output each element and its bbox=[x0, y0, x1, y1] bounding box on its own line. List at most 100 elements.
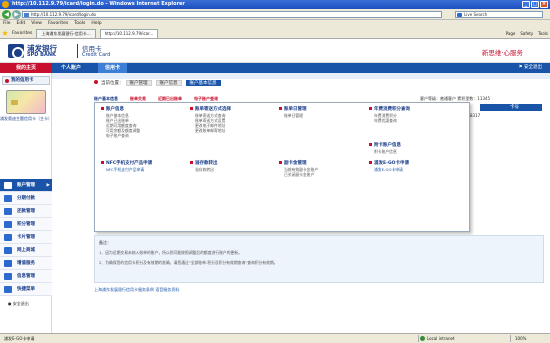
intranet-icon bbox=[420, 336, 425, 341]
sidebar: 我的信用卡 浦发奥迪主题信用卡（主卡） 账户管理 ▶ 分期付款 还款管理 积分管理… bbox=[0, 73, 52, 333]
account-menu-panel: 账户信息 账户基本信息 账户已出账单 近期可用额度查询 可用余额及额度调整 电子… bbox=[94, 102, 470, 232]
url-input[interactable]: http://10.112.9.79/icard/login.do bbox=[22, 11, 442, 18]
main-nav: 我的主页 个人账户 信用卡 ⚑ 安全退出 bbox=[0, 63, 550, 73]
location-icon bbox=[94, 80, 98, 84]
status-text: 浦发E-GO卡申请 bbox=[4, 336, 35, 341]
status-bar: 浦发E-GO卡申请 Local intranet 100% bbox=[0, 333, 550, 343]
menu-help[interactable]: Help bbox=[91, 20, 101, 28]
menu-col-annual-fee: 年费消费积分查询 年费消费积分 年费优惠查询 bbox=[369, 107, 459, 123]
sidebar-item-card[interactable]: 卡片管理 bbox=[0, 231, 52, 244]
header-divider bbox=[77, 44, 78, 58]
sidebar-item-account[interactable]: 账户管理 ▶ bbox=[0, 179, 52, 192]
nav-credit-card[interactable]: 信用卡 bbox=[98, 63, 128, 73]
notes-box: 备注： 1、因为近期交易未纳入账单的账户，所以则可能按照调整后的额度进行账户的更… bbox=[94, 235, 544, 283]
cmd-page[interactable]: Page bbox=[506, 29, 516, 38]
bank-name-en: SPD BANK bbox=[27, 52, 56, 58]
menu-col-ego: 浦发E-GO卡申请 浦发E-GO卡申请 bbox=[369, 161, 459, 172]
menu-col-overpay: 溢存款转出 溢存款转出 bbox=[190, 161, 280, 172]
info-icon bbox=[4, 273, 12, 280]
back-icon[interactable]: ◀ bbox=[2, 10, 11, 19]
favorites-bar: Favorites 上海浦东发展银行-信用卡... http://10.112.… bbox=[0, 28, 550, 39]
sidebar-item-info[interactable]: 信息管理 bbox=[0, 270, 52, 283]
nav-personal-account[interactable]: 个人账户 bbox=[54, 63, 88, 73]
forward-icon[interactable]: ▶ bbox=[12, 10, 21, 19]
favorites-star-icon[interactable] bbox=[2, 30, 8, 36]
repayment-icon bbox=[4, 208, 12, 215]
note-line: 2、为确保您的信用卡积分及有效期的准确，请您通过“全部账单-积分及积分有效期查询… bbox=[99, 260, 278, 265]
menu-view[interactable]: View bbox=[31, 20, 42, 28]
menu-item[interactable]: 电子账户查询 bbox=[101, 133, 191, 138]
ie-icon bbox=[2, 1, 9, 8]
menu-bar: File Edit View Favorites Tools Help bbox=[0, 20, 550, 28]
shortcut-icon bbox=[4, 286, 12, 293]
menu-favorites[interactable]: Favorites bbox=[48, 20, 68, 28]
menu-item[interactable]: 附卡账户信息 bbox=[369, 149, 459, 154]
zoom-level[interactable]: 100% bbox=[510, 335, 526, 342]
menu-item[interactable]: 浦发E-GO卡申请 bbox=[369, 167, 459, 172]
window-title: http://10.112.9.79/icard/login.do - Wind… bbox=[12, 1, 185, 7]
my-card-header[interactable]: 我的信用卡 bbox=[2, 76, 50, 85]
card-number-header: 卡号 bbox=[480, 104, 542, 111]
tab-login[interactable]: http://10.112.9.79/icar... bbox=[99, 28, 159, 38]
cmd-safety[interactable]: Safety bbox=[520, 29, 533, 38]
mall-icon bbox=[4, 247, 12, 254]
home-button[interactable]: 我的主页 bbox=[0, 63, 52, 73]
menu-col-bill-delivery: 账单寄送方式选择 账单寄送方式查询 账单寄送方式设置 更改电子邮件地址 更改账单… bbox=[190, 107, 280, 133]
crumb-basic-info: 账户基本信息 bbox=[185, 80, 221, 86]
minimize-icon[interactable]: _ bbox=[522, 1, 530, 8]
menu-item[interactable]: 账单日管理 bbox=[279, 113, 369, 118]
menu-file[interactable]: File bbox=[3, 20, 11, 28]
close-icon[interactable]: × bbox=[540, 1, 548, 8]
logout-link[interactable]: ⚑ 安全退出 bbox=[519, 63, 542, 73]
menu-item[interactable]: NFC手机支付产品申请 bbox=[101, 167, 191, 172]
account-icon bbox=[4, 182, 12, 189]
service-terms-link[interactable]: 上海浦东发展银行信用卡服务条例 语音服务资料 bbox=[94, 287, 179, 293]
notes-title: 备注： bbox=[99, 240, 111, 245]
menu-col-sub-card-fund: 副卡金管理 当前有效副卡金账户 已关闭副卡金账户 bbox=[279, 161, 369, 177]
live-search-icon bbox=[457, 13, 462, 17]
cmd-tools[interactable]: Tools bbox=[538, 29, 548, 38]
tab-spdb[interactable]: 上海浦东发展银行-信用卡... bbox=[36, 28, 96, 38]
site-header: 浦发银行 SPD BANK 信用卡 Credit Card 新思维·心服务 bbox=[0, 39, 550, 63]
search-input[interactable]: Live Search bbox=[455, 11, 543, 18]
points-icon bbox=[4, 221, 12, 228]
maximize-icon[interactable]: □ bbox=[531, 1, 539, 8]
menu-col-nfc: NFC手机支付产品申请 NFC手机支付产品申请 bbox=[101, 161, 191, 172]
address-bar: ◀ ▶ http://10.112.9.79/icard/login.do Li… bbox=[0, 9, 550, 20]
credit-card-image bbox=[6, 90, 46, 114]
spd-logo-icon bbox=[8, 44, 24, 59]
menu-item[interactable]: 已关闭副卡金账户 bbox=[279, 172, 369, 177]
card-icon bbox=[4, 234, 12, 241]
menu-col-bill-day: 账单日管理 账单日管理 bbox=[279, 107, 369, 118]
page-icon bbox=[24, 13, 29, 17]
slogan: 新思维·心服务 bbox=[481, 49, 523, 57]
bullet-icon bbox=[5, 79, 9, 83]
crumb-account-info[interactable]: 账户信息 bbox=[155, 80, 182, 86]
sidebar-item-value-added[interactable]: 增值服务 bbox=[0, 257, 52, 270]
credit-card-en: Credit Card bbox=[82, 52, 111, 58]
menu-col-supplementary: 附卡账户信息 附卡账户信息 bbox=[369, 143, 459, 154]
sidebar-safe-exit[interactable]: ● 安全退出 bbox=[8, 301, 29, 307]
card-chip-icon bbox=[11, 100, 18, 105]
menu-tools[interactable]: Tools bbox=[74, 20, 85, 28]
crumb-account-mgmt[interactable]: 账户管理 bbox=[125, 80, 152, 86]
menu-item[interactable]: 更改账单邮寄地址 bbox=[190, 128, 280, 133]
sidebar-item-installment[interactable]: 分期付款 bbox=[0, 192, 52, 205]
menu-col-account-info: 账户信息 账户基本信息 账户已出账单 近期可用额度查询 可用余额及额度调整 电子… bbox=[101, 107, 191, 138]
window-title-bar: http://10.112.9.79/icard/login.do - Wind… bbox=[0, 0, 550, 9]
menu-item[interactable]: 溢存款转出 bbox=[190, 167, 280, 172]
value-added-icon bbox=[4, 260, 12, 267]
breadcrumb: 当前位置： 账户管理 账户信息 账户基本信息 bbox=[94, 80, 223, 86]
sidebar-item-shortcut[interactable]: 快捷菜单 bbox=[0, 283, 52, 296]
note-line: 1、因为近期交易未纳入账单的账户，所以则可能按照调整后的额度进行账户的更新。 bbox=[99, 250, 242, 255]
sidebar-item-mall[interactable]: 网上商城 bbox=[0, 244, 52, 257]
installment-icon bbox=[4, 195, 12, 202]
menu-item[interactable]: 年费优惠查询 bbox=[369, 118, 459, 123]
sidebar-item-points[interactable]: 积分管理 bbox=[0, 218, 52, 231]
sidebar-item-repayment[interactable]: 还款管理 bbox=[0, 205, 52, 218]
card-caption: 浦发奥迪主题信用卡（主卡） bbox=[0, 116, 52, 121]
menu-edit[interactable]: Edit bbox=[17, 20, 26, 28]
security-zone: Local intranet bbox=[418, 335, 480, 342]
favorites-label[interactable]: Favorites bbox=[12, 31, 32, 36]
web-page: 浦发银行 SPD BANK 信用卡 Credit Card 新思维·心服务 我的… bbox=[0, 39, 550, 333]
